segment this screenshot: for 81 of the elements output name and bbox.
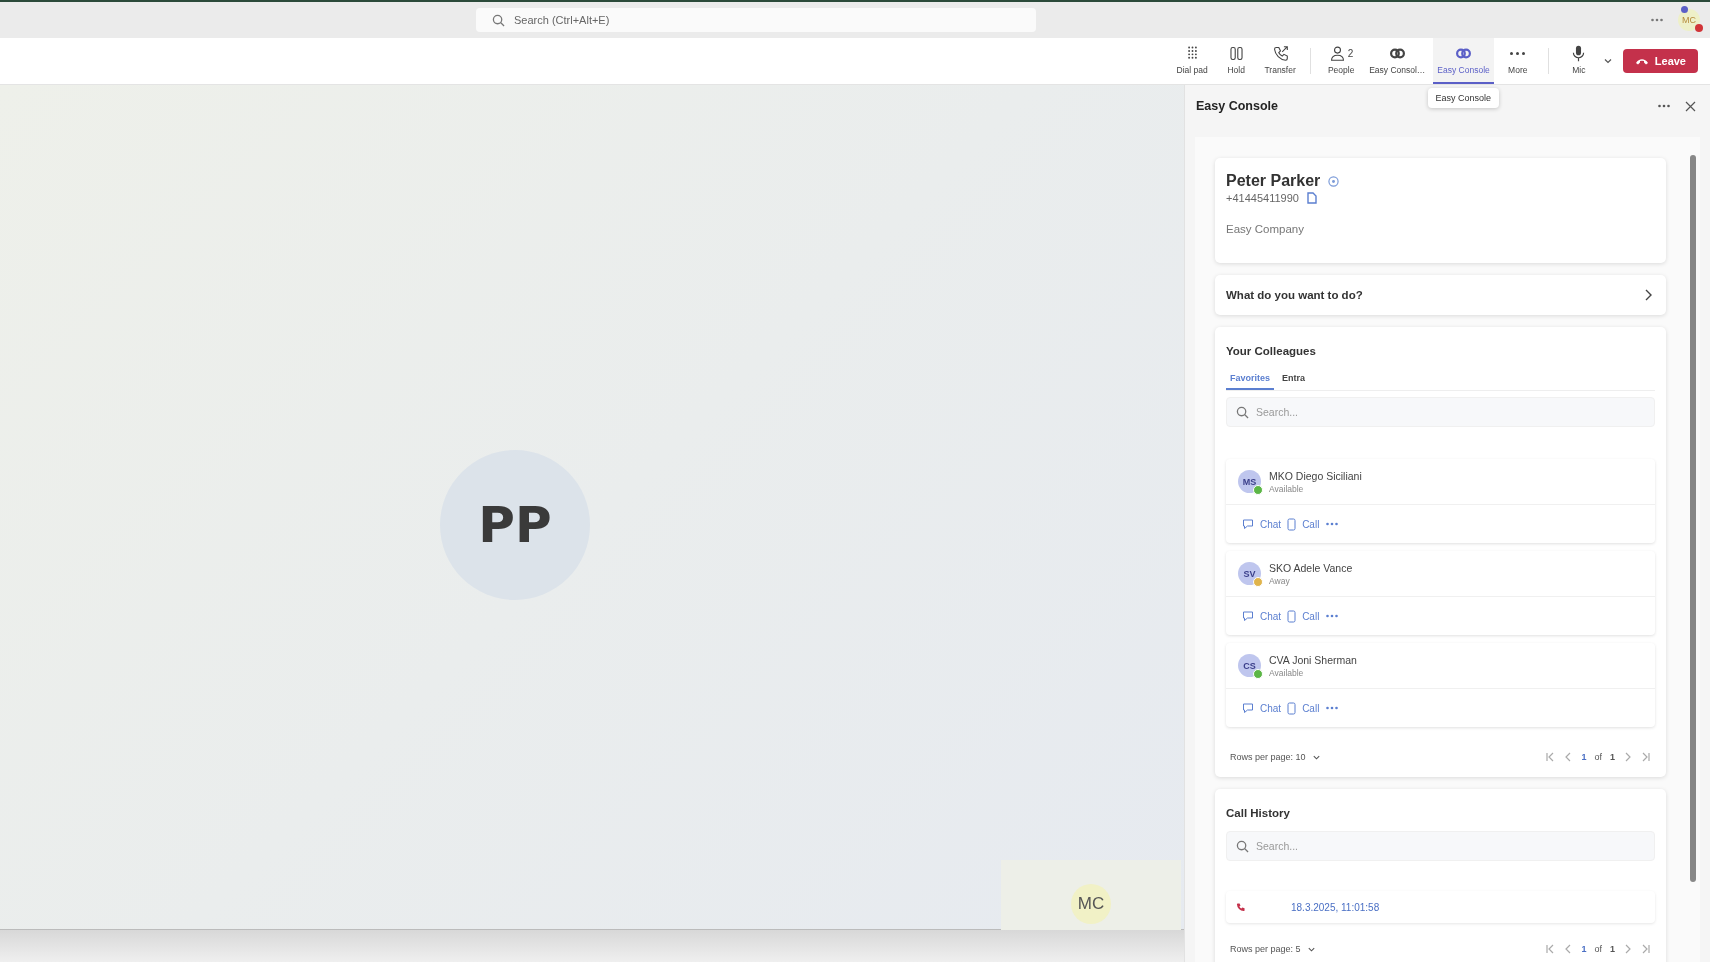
chat-link[interactable]: Chat — [1260, 610, 1282, 622]
search-icon — [1236, 406, 1249, 419]
tab[interactable]: Entra — [1278, 369, 1310, 390]
total-pages: 1 — [1610, 752, 1615, 762]
search-icon — [492, 14, 505, 27]
call-history-row[interactable]: 18.3.2025, 11:01:58 — [1226, 891, 1655, 923]
last-page-icon[interactable] — [1641, 944, 1651, 954]
chat-icon — [1242, 702, 1254, 714]
toolbar-button[interactable]: Easy Console — [1433, 38, 1494, 84]
status-dot-icon — [1695, 24, 1703, 32]
call-link[interactable]: Call — [1302, 610, 1320, 622]
action-prompt: What do you want to do? — [1226, 289, 1363, 301]
next-icon[interactable] — [1623, 752, 1633, 762]
close-icon[interactable] — [1685, 100, 1696, 112]
section-title: Call History — [1226, 807, 1291, 819]
toolbar-button[interactable]: Mic — [1558, 38, 1599, 84]
phone-icon — [1287, 517, 1297, 531]
section-title: Your Colleagues — [1226, 345, 1317, 357]
call-link[interactable]: Call — [1302, 518, 1320, 530]
current-page: 1 — [1581, 752, 1587, 762]
leave-button[interactable]: Leave — [1622, 49, 1698, 73]
page-of-label: of — [1594, 944, 1602, 954]
call-link[interactable]: Call — [1302, 702, 1320, 714]
toolbar-button[interactable]: Transfer — [1260, 38, 1301, 84]
colleague-name: CVA Joni Sherman — [1269, 653, 1357, 666]
contact-phone: +41445411990 — [1226, 192, 1299, 204]
total-pages: 1 — [1610, 944, 1615, 954]
toolbar-button[interactable]: Hold — [1216, 38, 1257, 84]
action-card[interactable]: What do you want to do? — [1215, 275, 1666, 315]
tab[interactable]: Favorites — [1226, 369, 1275, 390]
participant-count: 2 — [1347, 48, 1354, 59]
contact-company: Easy Company — [1226, 223, 1305, 235]
avatar-initials: MC — [1682, 15, 1696, 25]
tooltip: Easy Console — [1427, 88, 1500, 108]
copy-icon[interactable] — [1306, 192, 1317, 204]
user-avatar[interactable]: MC — [1678, 9, 1700, 31]
last-page-icon[interactable] — [1641, 752, 1651, 762]
toolbar-button[interactable]: Dial pad — [1172, 38, 1213, 84]
phone-icon — [1287, 701, 1297, 715]
toolbar-button[interactable]: 2 People — [1321, 38, 1362, 84]
phone-transfer-icon — [1271, 45, 1289, 62]
chevron-right-icon[interactable] — [1644, 289, 1652, 301]
search-icon — [1236, 840, 1249, 853]
toolbar-button[interactable]: Easy Consol… — [1365, 38, 1430, 84]
people-icon — [1328, 45, 1346, 62]
more-icon — [1509, 51, 1527, 56]
avatar-initials: SV — [1243, 568, 1256, 579]
chevron-down-icon[interactable] — [1602, 56, 1613, 66]
next-icon[interactable] — [1623, 944, 1633, 954]
toolbar-button[interactable]: More — [1497, 38, 1538, 84]
colleague-status: Available — [1269, 667, 1305, 678]
colleague-status: Available — [1269, 483, 1305, 494]
contact-name: Peter Parker — [1226, 172, 1321, 190]
colleague-name: MKO Diego Siciliani — [1269, 469, 1362, 482]
chat-link[interactable]: Chat — [1260, 518, 1282, 530]
scrollbar[interactable] — [1690, 155, 1696, 882]
self-avatar: MC — [1071, 884, 1111, 924]
rows-per-page-label: Rows per page: 5 — [1230, 944, 1301, 954]
search-field[interactable]: Search (Ctrl+Alt+E) — [476, 8, 1036, 32]
first-page-icon[interactable] — [1545, 752, 1556, 762]
colleague-name: SKO Adele Vance — [1269, 561, 1353, 574]
avatar-initials: MS — [1242, 476, 1257, 487]
chat-link[interactable]: Chat — [1260, 702, 1282, 714]
hang-up-icon — [1634, 57, 1649, 65]
avatar-initials: CS — [1243, 660, 1256, 671]
search-field[interactable]: Search... — [1226, 831, 1655, 861]
participant-avatar: PP — [440, 450, 590, 600]
page-of-label: of — [1594, 752, 1602, 762]
current-page: 1 — [1581, 944, 1587, 954]
notification-dot-icon — [1681, 6, 1688, 13]
missed-call-icon — [1236, 902, 1245, 912]
rows-per-page-label: Rows per page: 10 — [1230, 752, 1306, 762]
call-time: 18.3.2025, 11:01:58 — [1291, 901, 1380, 913]
chat-icon — [1242, 610, 1254, 622]
pause-icon — [1227, 45, 1245, 62]
first-page-icon[interactable] — [1545, 944, 1556, 954]
info-icon[interactable] — [1328, 175, 1340, 187]
colleague-status: Away — [1269, 575, 1291, 586]
search-field[interactable]: Search... — [1226, 397, 1655, 427]
phone-icon — [1287, 609, 1297, 623]
chat-icon — [1242, 518, 1254, 530]
